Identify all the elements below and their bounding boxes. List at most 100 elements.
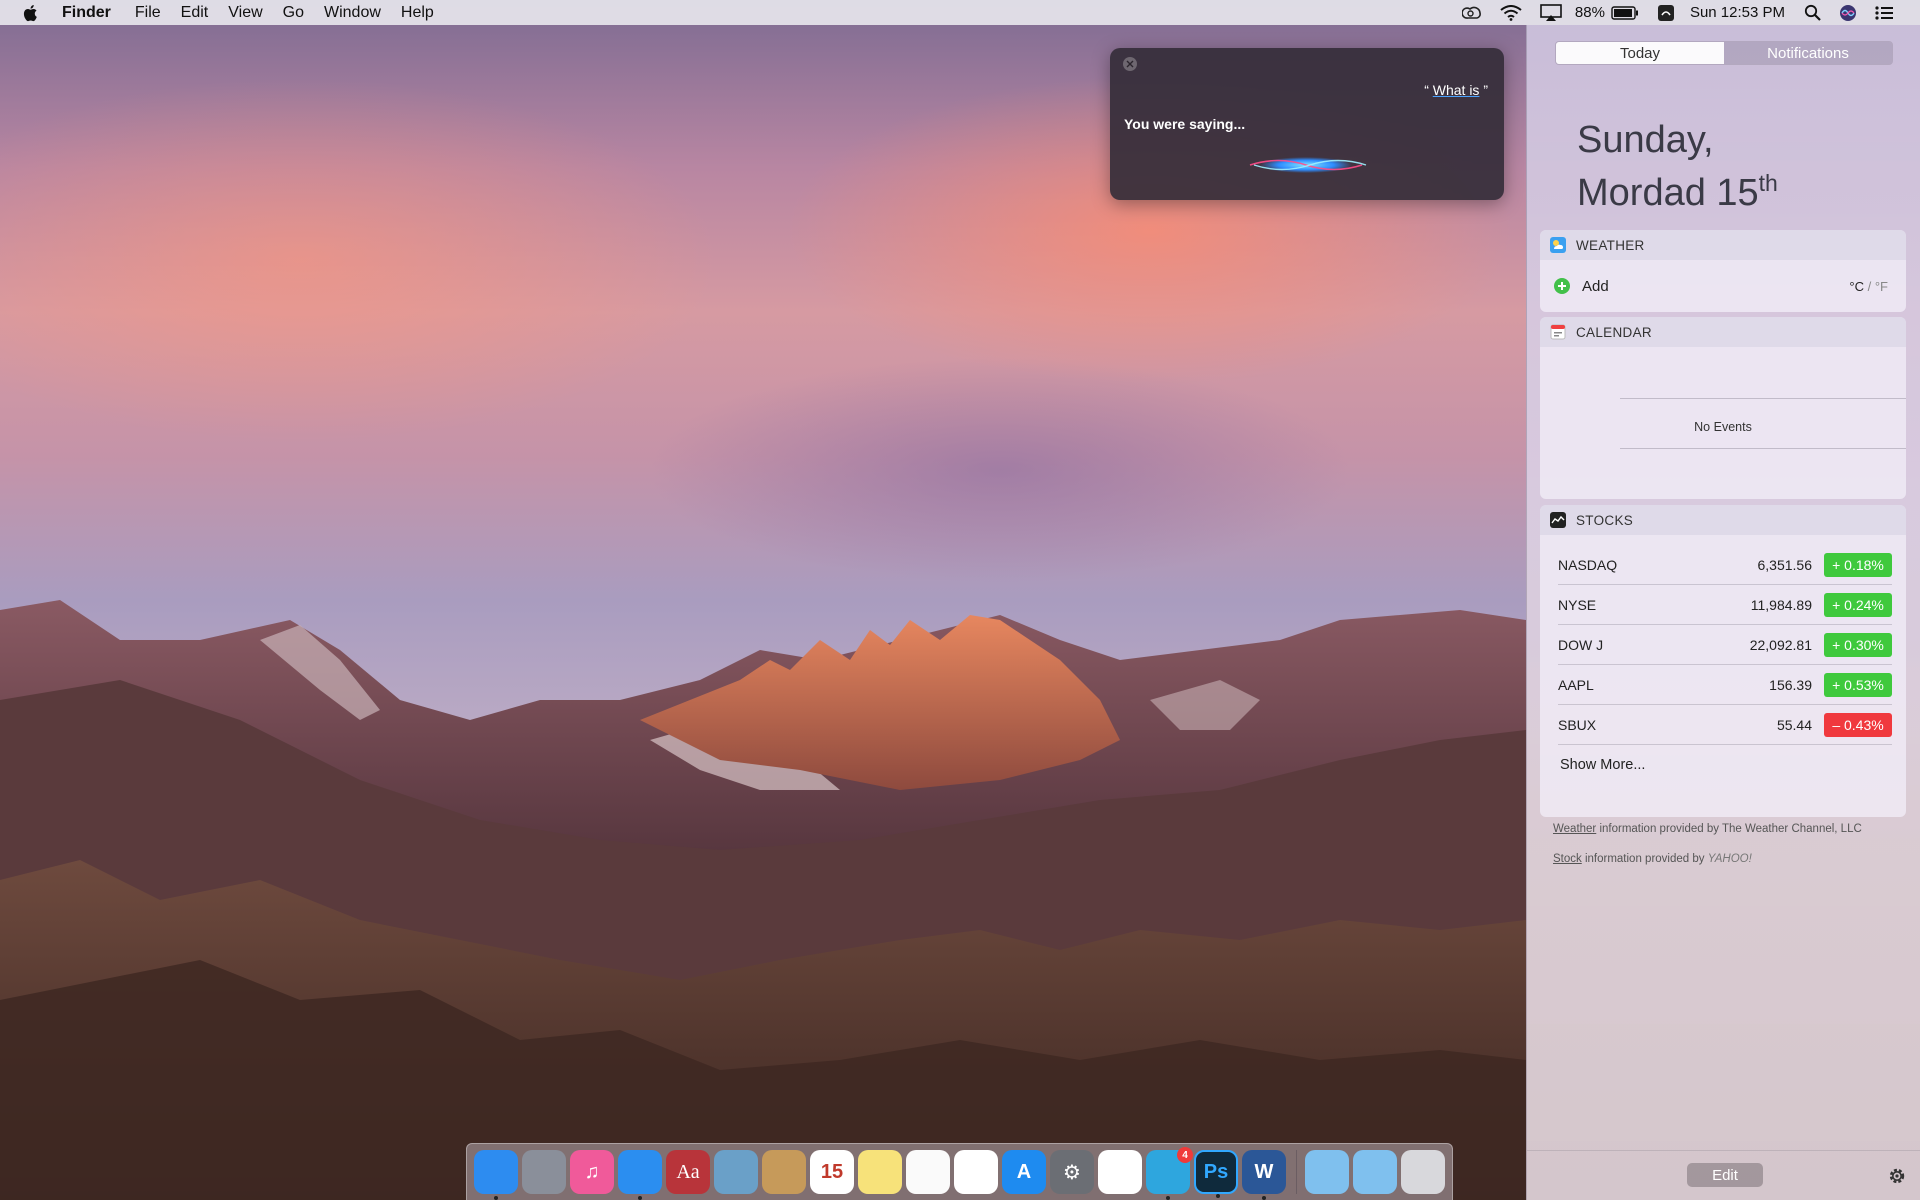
- edit-widgets-button[interactable]: Edit: [1687, 1163, 1763, 1187]
- dock-badge: 4: [1177, 1147, 1193, 1163]
- menu-edit[interactable]: Edit: [171, 0, 219, 25]
- weather-icon: [1550, 237, 1566, 253]
- apple-menu-icon[interactable]: [20, 2, 42, 24]
- rocket-icon[interactable]: [522, 1150, 566, 1194]
- telegram-icon[interactable]: 4: [1146, 1147, 1193, 1200]
- photoshop-icon[interactable]: Ps: [1194, 1150, 1238, 1198]
- stock-row[interactable]: AAPL 156.39 + 0.53%: [1558, 665, 1892, 705]
- gear-icon[interactable]: ⚙: [1050, 1150, 1094, 1194]
- stock-symbol: NYSE: [1558, 596, 1597, 613]
- calendar-icon: [1550, 324, 1566, 340]
- menu-file[interactable]: File: [125, 0, 171, 25]
- stock-symbol: AAPL: [1558, 676, 1594, 693]
- stocks-show-more-button[interactable]: Show More...: [1540, 745, 1906, 785]
- today-date-weekday: Sunday,: [1577, 119, 1714, 161]
- stock-row[interactable]: NYSE 11,984.89 + 0.24%: [1558, 585, 1892, 625]
- preview-icon[interactable]: [714, 1150, 758, 1194]
- notes-icon[interactable]: [858, 1150, 902, 1194]
- nc-settings-gear-icon[interactable]: [1886, 1165, 1908, 1187]
- stock-change-badge[interactable]: – 0.43%: [1824, 712, 1892, 737]
- calendar-icon[interactable]: 15: [810, 1150, 854, 1194]
- stock-change-badge[interactable]: + 0.30%: [1824, 632, 1892, 657]
- notification-center-icon[interactable]: [1866, 0, 1902, 25]
- today-date-month-day: Mordad 15: [1577, 172, 1759, 214]
- stock-change-badge[interactable]: + 0.53%: [1824, 672, 1892, 697]
- weather-credit: Weather information provided by The Weat…: [1553, 823, 1862, 835]
- running-indicator: [638, 1196, 642, 1200]
- spotlight-search-icon[interactable]: [1795, 0, 1830, 25]
- running-indicator: [1216, 1194, 1220, 1198]
- weather-widget-title: WEATHER: [1576, 237, 1645, 253]
- calendar-widget-header: CALENDAR: [1540, 317, 1906, 347]
- stock-row[interactable]: DOW J 22,092.81 + 0.30%: [1558, 625, 1892, 665]
- calendar-widget-body: No Events: [1540, 347, 1906, 499]
- wifi-icon[interactable]: [1491, 0, 1531, 25]
- menu-window[interactable]: Window: [314, 0, 391, 25]
- stock-row[interactable]: SBUX 55.44 – 0.43%: [1558, 705, 1892, 745]
- weather-add-row[interactable]: Add °C / °F: [1540, 260, 1906, 312]
- siri-query-word[interactable]: What is: [1433, 82, 1480, 98]
- menu-view[interactable]: View: [218, 0, 272, 25]
- chrome-icon[interactable]: [1098, 1150, 1142, 1194]
- weather-credit-text: information provided by The Weather Chan…: [1596, 823, 1862, 835]
- stock-price: 22,092.81: [1749, 636, 1812, 653]
- creative-cloud-icon[interactable]: [1453, 0, 1491, 25]
- stock-change-badge[interactable]: + 0.18%: [1824, 552, 1892, 577]
- stock-price: 6,351.56: [1757, 556, 1813, 573]
- battery-icon[interactable]: [1609, 0, 1648, 25]
- add-location-icon[interactable]: [1554, 278, 1570, 294]
- weather-credit-link[interactable]: Weather: [1553, 823, 1596, 835]
- menu-go[interactable]: Go: [273, 0, 314, 25]
- siri-close-button[interactable]: [1123, 57, 1137, 71]
- running-indicator: [1166, 1196, 1170, 1200]
- dock-app-label: ♫: [584, 1160, 600, 1183]
- today-date-ordinal: th: [1758, 170, 1778, 196]
- compass-icon[interactable]: [618, 1150, 662, 1200]
- stock-change-badge[interactable]: + 0.24%: [1824, 592, 1892, 617]
- folder-download-icon[interactable]: [1353, 1150, 1397, 1194]
- unit-fahrenheit[interactable]: °F: [1875, 279, 1888, 294]
- tab-today[interactable]: Today: [1556, 42, 1724, 64]
- airplay-icon[interactable]: [1531, 0, 1571, 25]
- app-extension-icon[interactable]: [1648, 0, 1684, 25]
- calendar-divider-top: [1620, 398, 1906, 399]
- word-icon[interactable]: W: [1242, 1150, 1286, 1200]
- tab-notifications[interactable]: Notifications: [1724, 42, 1892, 64]
- stock-price: 11,984.89: [1750, 596, 1812, 613]
- contacts-icon[interactable]: [762, 1150, 806, 1194]
- weather-widget-header: WEATHER: [1540, 230, 1906, 260]
- unit-celsius[interactable]: °C: [1849, 279, 1864, 294]
- stock-symbol: SBUX: [1558, 716, 1597, 733]
- nc-bottom-bar: Edit: [1527, 1150, 1920, 1200]
- siri-waveform: [1154, 157, 1464, 173]
- folder-icon[interactable]: [1305, 1150, 1349, 1194]
- menu-bar-clock[interactable]: Sun 12:53 PM: [1684, 4, 1795, 21]
- reminders-icon[interactable]: [906, 1150, 950, 1194]
- stock-credit-text: information provided by: [1581, 853, 1708, 865]
- siri-panel: “ What is ” You were saying...: [1110, 48, 1504, 200]
- dock-app-label: Ps: [1203, 1160, 1229, 1183]
- photos-icon[interactable]: [954, 1150, 998, 1194]
- stock-credit-link[interactable]: Stock: [1553, 853, 1582, 865]
- calendar-divider-bottom: [1620, 448, 1906, 449]
- music-note-icon[interactable]: ♫: [570, 1150, 614, 1194]
- temperature-unit-toggle[interactable]: °C / °F: [1849, 279, 1888, 294]
- menu-bar: Finder File Edit View Go Window Help 88%…: [0, 0, 1920, 25]
- menu-help[interactable]: Help: [391, 0, 444, 25]
- app-store-icon[interactable]: A: [1002, 1150, 1046, 1194]
- dock-app-label: ⚙: [1063, 1161, 1081, 1184]
- siri-icon[interactable]: [1830, 0, 1866, 25]
- dock-app-label: Aa: [676, 1160, 700, 1183]
- trash-icon[interactable]: [1401, 1150, 1445, 1194]
- finder-icon[interactable]: [474, 1150, 518, 1200]
- calendar-widget-title: CALENDAR: [1576, 324, 1652, 340]
- menu-app-finder[interactable]: Finder: [62, 0, 125, 25]
- weather-add-label[interactable]: Add: [1582, 278, 1609, 295]
- battery-percentage: 88%: [1574, 4, 1605, 21]
- dock-app-label: 15: [820, 1160, 844, 1183]
- stocks-icon: [1550, 512, 1566, 528]
- stock-row[interactable]: NASDAQ 6,351.56 + 0.18%: [1558, 545, 1892, 585]
- dictionary-icon[interactable]: Aa: [666, 1150, 710, 1194]
- running-indicator: [494, 1196, 498, 1200]
- stocks-widget-title: STOCKS: [1576, 512, 1634, 528]
